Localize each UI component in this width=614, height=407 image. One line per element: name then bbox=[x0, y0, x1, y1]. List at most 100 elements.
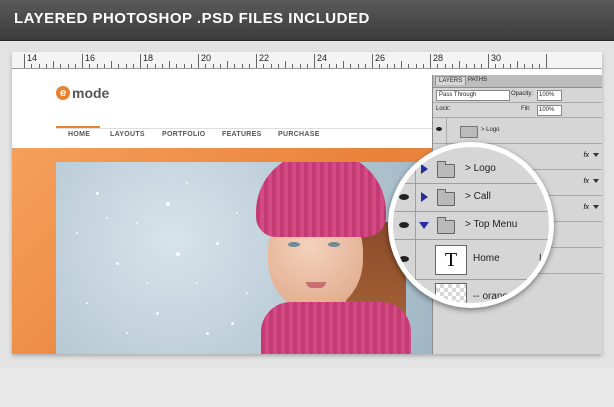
magnified-layer-row[interactable]: T Home Lay bbox=[393, 239, 549, 280]
ruler-tick bbox=[379, 64, 381, 68]
tab-paths[interactable]: PATHS bbox=[465, 76, 490, 84]
eye-icon bbox=[399, 222, 409, 228]
right-eye bbox=[328, 242, 340, 247]
nav-home[interactable]: HOME bbox=[68, 131, 90, 138]
layer-name: > Logo bbox=[465, 163, 496, 174]
panel-tabs: LAYERS PATHS bbox=[433, 75, 602, 88]
hero-photo bbox=[56, 162, 442, 354]
knit-hat bbox=[256, 162, 386, 237]
preview-frame: 14 16 18 20 22 24 26 28 30 e mode HOME LAYOUTS P… bbox=[12, 52, 602, 354]
banner: LAYERED PHOTOSHOP .PSD FILES INCLUDED bbox=[0, 0, 614, 41]
ruler-tick bbox=[140, 54, 141, 68]
ruler-label: 30 bbox=[491, 53, 502, 63]
visibility-toggle[interactable] bbox=[393, 155, 416, 183]
ruler-tick bbox=[169, 61, 170, 68]
site-logo[interactable]: e mode bbox=[56, 85, 109, 101]
ruler-tick bbox=[314, 54, 315, 68]
fx-icon[interactable]: fx bbox=[584, 178, 589, 185]
logo-text: mode bbox=[72, 85, 110, 101]
snowflake bbox=[196, 282, 198, 284]
website-mockup: e mode HOME LAYOUTS PORTFOLIO FEATURES P… bbox=[12, 69, 442, 354]
ruler-tick bbox=[357, 64, 359, 68]
ruler-label: 14 bbox=[27, 53, 38, 63]
ruler-tick bbox=[198, 54, 199, 68]
ruler-tick bbox=[408, 64, 410, 68]
chevron-down-icon[interactable] bbox=[593, 205, 599, 209]
ruler-tick bbox=[372, 54, 373, 68]
ruler-tick bbox=[53, 61, 54, 68]
ruler-tick bbox=[393, 64, 395, 68]
chevron-down-icon[interactable] bbox=[593, 179, 599, 183]
tab-layers[interactable]: LAYERS bbox=[435, 76, 467, 85]
ruler-tick bbox=[415, 64, 417, 68]
ruler-tick bbox=[299, 64, 301, 68]
horizontal-ruler: 14 16 18 20 22 24 26 28 30 bbox=[12, 52, 602, 69]
ruler-tick bbox=[480, 64, 482, 68]
visibility-toggle[interactable] bbox=[393, 183, 416, 211]
ruler-tick bbox=[328, 64, 330, 68]
nav-portfolio[interactable]: PORTFOLIO bbox=[162, 131, 206, 138]
eye-icon bbox=[399, 194, 409, 200]
ruler-tick bbox=[31, 64, 33, 68]
ruler-tick bbox=[401, 61, 402, 68]
snowflake bbox=[86, 302, 88, 304]
blend-mode-select[interactable]: Pass Through bbox=[436, 90, 510, 101]
magnified-layer-row[interactable]: > Logo bbox=[393, 155, 549, 184]
ruler-tick bbox=[509, 64, 511, 68]
expand-arrow-icon[interactable] bbox=[421, 192, 428, 202]
fx-icon[interactable]: fx bbox=[584, 152, 589, 159]
ruler-tick bbox=[437, 64, 439, 68]
ruler-tick bbox=[227, 61, 228, 68]
blend-row: Pass Through Opacity: 100% bbox=[433, 88, 602, 103]
opacity-input[interactable]: 100% bbox=[537, 90, 562, 101]
collapse-arrow-icon[interactable] bbox=[419, 222, 429, 229]
ruler-tick bbox=[473, 64, 475, 68]
visibility-toggle[interactable] bbox=[393, 211, 416, 239]
opacity-label: Opacity: bbox=[511, 91, 534, 97]
layer-name: Home bbox=[473, 253, 500, 264]
ruler-tick bbox=[147, 64, 149, 68]
ruler-tick bbox=[248, 64, 250, 68]
ruler-tick bbox=[430, 54, 431, 68]
lock-row: Lock: Fill: 100% bbox=[433, 103, 602, 118]
expand-arrow-icon[interactable] bbox=[421, 164, 428, 174]
layer-name: > Logo bbox=[481, 127, 500, 133]
ruler-tick bbox=[292, 64, 294, 68]
ruler-tick bbox=[459, 61, 460, 68]
ruler-tick bbox=[176, 64, 178, 68]
ruler-tick bbox=[241, 64, 243, 68]
magnified-layer-row[interactable]: > Top Menu bbox=[393, 211, 549, 240]
ruler-tick bbox=[190, 64, 192, 68]
fx-icon[interactable]: fx bbox=[584, 204, 589, 211]
ruler-tick bbox=[321, 64, 323, 68]
layer-row[interactable]: > Logo bbox=[433, 118, 602, 144]
ruler-tick bbox=[74, 64, 76, 68]
ruler-tick bbox=[422, 64, 424, 68]
fill-input[interactable]: 100% bbox=[537, 105, 562, 116]
magnified-layer-row[interactable]: > Call bbox=[393, 183, 549, 212]
ruler-tick bbox=[502, 64, 504, 68]
nav-purchase[interactable]: PURCHASE bbox=[278, 131, 320, 138]
nav-layouts[interactable]: LAYOUTS bbox=[110, 131, 145, 138]
ruler-tick bbox=[82, 54, 83, 68]
fill-label: Fill: bbox=[521, 106, 531, 112]
ruler-tick bbox=[183, 64, 185, 68]
ruler-label: 18 bbox=[143, 53, 154, 63]
visibility-toggle[interactable] bbox=[433, 118, 447, 143]
ruler-tick bbox=[154, 64, 156, 68]
snowflake bbox=[176, 252, 180, 256]
snowflake bbox=[236, 212, 238, 214]
ruler-tick bbox=[531, 64, 533, 68]
ruler-tick bbox=[466, 64, 468, 68]
nav-features[interactable]: FEATURES bbox=[222, 131, 262, 138]
ruler-tick bbox=[546, 54, 547, 68]
ruler-tick bbox=[132, 64, 134, 68]
snowflake bbox=[116, 262, 119, 265]
ruler-tick bbox=[270, 64, 272, 68]
ruler-tick bbox=[103, 64, 105, 68]
chevron-down-icon[interactable] bbox=[593, 153, 599, 157]
visibility-toggle[interactable] bbox=[393, 239, 416, 279]
ruler-tick bbox=[219, 64, 221, 68]
mouth bbox=[306, 282, 326, 288]
snowflake bbox=[156, 312, 159, 315]
